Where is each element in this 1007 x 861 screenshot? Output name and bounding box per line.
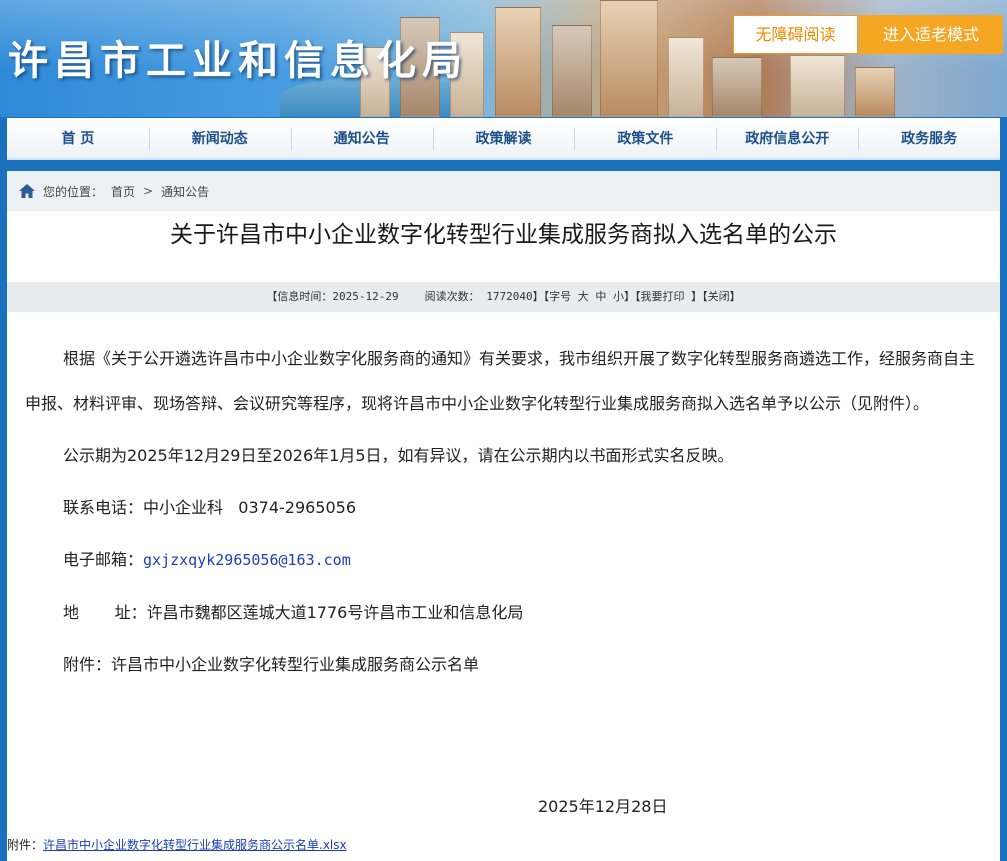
paragraph-period: 公示期为2025年12月29日至2026年1月5日，如有异议，请在公示期内以书面… [63, 446, 734, 465]
nav-item-notices[interactable]: 通知公告 [290, 118, 433, 158]
banner-building [600, 0, 658, 117]
nav-item-gov-services[interactable]: 政务服务 [858, 118, 1000, 158]
accessibility-button[interactable]: 无障碍阅读 [733, 15, 858, 54]
contact-phone: 联系电话：中小企业科 0374-2965056 [25, 485, 990, 530]
header-banner: 许昌市工业和信息化局 无障碍阅读 进入适老模式 [0, 0, 1007, 117]
print-link[interactable]: 【我要打印 】 [635, 290, 702, 303]
address-label: 地 址： [63, 603, 147, 622]
nav-item-policy-interpretation[interactable]: 政策解读 [432, 118, 575, 158]
nav-item-news[interactable]: 新闻动态 [148, 118, 291, 158]
nav-item-gov-info[interactable]: 政府信息公开 [716, 118, 858, 158]
article-body: 根据《关于公开遴选许昌市中小企业数字化服务商的通知》有关要求，我市组织开展了数字… [25, 336, 990, 694]
breadcrumb-prefix: 您的位置： [43, 184, 104, 199]
nav-item-home[interactable]: 首 页 [7, 118, 149, 158]
paragraph-intro: 根据《关于公开遴选许昌市中小企业数字化服务商的通知》有关要求，我市组织开展了数字… [25, 349, 976, 413]
site-title: 许昌市工业和信息化局 [8, 37, 468, 84]
breadcrumb-home[interactable]: 首页 [111, 183, 135, 200]
nav-item-policy-documents[interactable]: 政策文件 [574, 118, 716, 158]
elder-mode-button[interactable]: 进入适老模式 [859, 15, 1003, 54]
home-icon [19, 184, 35, 198]
breadcrumb: 您的位置： 首页 > 通知公告 [7, 171, 1000, 211]
attachment-prefix: 附件： [7, 838, 44, 852]
publish-date: 2025年12月28日 [538, 797, 668, 816]
banner-building [855, 67, 895, 117]
close-link[interactable]: 【关闭】 [702, 290, 741, 303]
breadcrumb-separator: > [143, 184, 154, 198]
article-container: 您的位置： 首页 > 通知公告 关于许昌市中小企业数字化转型行业集成服务商拟入选… [7, 171, 1000, 861]
banner-building [712, 57, 762, 117]
contact-email: 电子邮箱：gxjzxqyk2965056@163.com [25, 537, 990, 583]
main-nav: 首 页 新闻动态 通知公告 政策解读 政策文件 政府信息公开 政务服务 [7, 118, 1000, 160]
attachment-note: 附件：许昌市中小企业数字化转型行业集成服务商公示名单 [63, 655, 480, 674]
attachment-row: 附件：许昌市中小企业数字化转型行业集成服务商公示名单.xlsx [7, 836, 347, 853]
info-time: 【信息时间：2025-12-29 [266, 290, 399, 303]
attachment-link[interactable]: 许昌市中小企业数字化转型行业集成服务商公示名单.xlsx [43, 838, 347, 852]
breadcrumb-current[interactable]: 通知公告 [161, 183, 209, 200]
banner-building [790, 55, 845, 117]
banner-building [495, 7, 541, 117]
font-size-controls[interactable]: 】【字号 大 中 小】 [533, 290, 635, 303]
address-value: 许昌市魏都区莲城大道1776号许昌市工业和信息化局 [146, 603, 524, 622]
article-meta-bar: 【信息时间：2025-12-29 阅读次数： 1772040】【字号 大 中 小】… [7, 282, 1000, 312]
email-label: 电子邮箱： [63, 550, 144, 569]
phone-value: 中小企业科 0374-2965056 [143, 498, 357, 517]
phone-label: 联系电话： [63, 498, 144, 517]
contact-address: 地 址：许昌市魏都区莲城大道1776号许昌市工业和信息化局 [25, 590, 990, 635]
banner-building [668, 37, 704, 117]
read-count: 阅读次数： 1772040 [424, 290, 533, 303]
article-title: 关于许昌市中小企业数字化转型行业集成服务商拟入选名单的公示 [170, 222, 837, 248]
email-value[interactable]: gxjzxqyk2965056@163.com [143, 551, 351, 569]
banner-building [552, 25, 592, 117]
